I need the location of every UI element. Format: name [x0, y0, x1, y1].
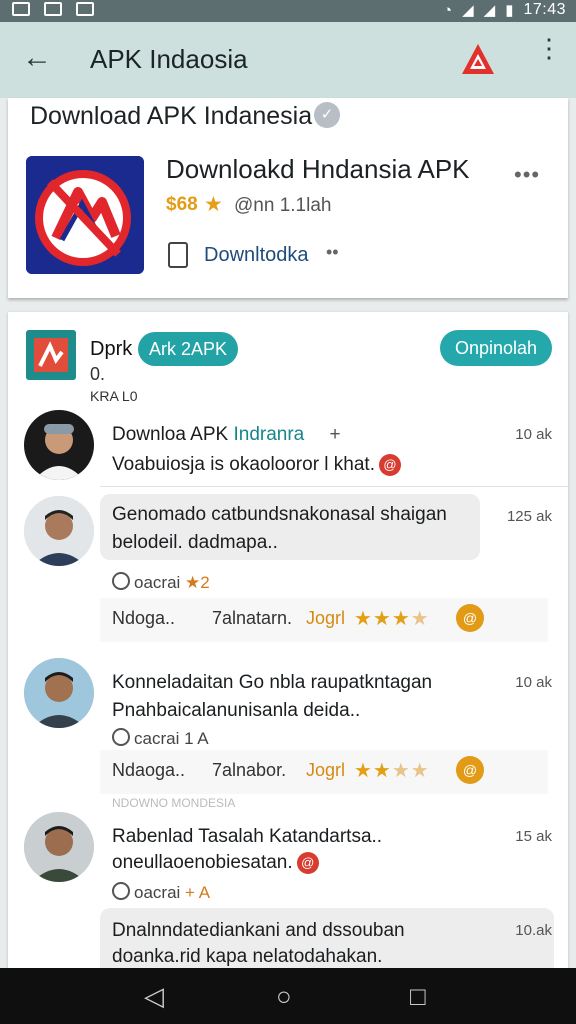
- review-body: Voabuiosja is okaolooror l khat. @: [112, 454, 401, 476]
- verified-icon: ✓: [314, 102, 340, 128]
- reaction-icon: @: [296, 852, 319, 874]
- app-row-meta: KRA L0: [90, 388, 138, 404]
- download-link[interactable]: Downltodka: [204, 244, 309, 267]
- apk-logo-icon[interactable]: [460, 42, 496, 78]
- avatar[interactable]: [24, 496, 94, 566]
- signal-icon: ◢: [462, 2, 474, 19]
- review-author: Downloa APK Indranra +: [112, 424, 341, 445]
- star-icon: ★: [204, 193, 223, 216]
- app-icon: [26, 156, 144, 274]
- review-tag: oacrai + A: [112, 882, 210, 903]
- review-time: 10 ak: [515, 674, 552, 691]
- review-time: 15 ak: [515, 828, 552, 845]
- app-bar: ← APK Indaosia ⋮: [0, 22, 576, 98]
- review-meta-row: Ndoga.. 7alnatarn. Jogrl ★★★★ @: [100, 598, 548, 642]
- bag-icon: [76, 2, 94, 16]
- image-icon: [44, 2, 62, 16]
- review-time: 125 ak: [506, 508, 552, 525]
- review-body-line2: Pnahbaicalanunisanla deida..: [112, 700, 361, 721]
- review-tag: oacrai ★2: [112, 572, 210, 593]
- review-body: Rabenlad Tasalah Katandartsa..: [112, 826, 383, 847]
- clock-icon: [112, 728, 130, 746]
- app-bar-title: APK Indaosia: [90, 44, 248, 74]
- review-time: 10.ak: [515, 922, 552, 939]
- clock-icon: [112, 572, 130, 590]
- signal2-icon: ◢: [483, 2, 496, 19]
- reaction-icon[interactable]: @: [456, 604, 484, 632]
- review-meta-row: Ndaoga.. 7alnabor. Jogrl ★★★★ @: [100, 750, 548, 794]
- file-icon: [168, 242, 188, 268]
- open-button[interactable]: Onpinolah: [440, 330, 552, 366]
- status-bar: ◔ ◢ ◢ ▮ 17:43: [0, 0, 576, 22]
- price-label: $68: [166, 194, 198, 215]
- avatar[interactable]: [24, 410, 94, 480]
- wifi-icon: ◔: [443, 1, 453, 19]
- faded-caption: NDOWNO MONDESIA: [112, 796, 236, 810]
- dots-indicator: ••: [326, 242, 339, 262]
- review-body-line2: belodeil. dadmapa..: [112, 532, 278, 553]
- rating-stars: ★★★★: [354, 760, 430, 782]
- rating-stars: ★★★★: [354, 608, 430, 630]
- avatar[interactable]: [24, 812, 94, 882]
- nav-home-icon[interactable]: ○: [276, 983, 292, 1009]
- reviews-card: Dprk Ark 2APK Onpinolah 0. KRA L0 Downlo…: [8, 312, 568, 968]
- download-count: @nn 1.1lah: [234, 195, 332, 216]
- review-body: Genomado catbundsnakonasal shaigan: [112, 504, 447, 525]
- avatar[interactable]: [24, 658, 94, 728]
- review-time: 10 ak: [515, 426, 552, 443]
- battery-icon: ▮: [505, 2, 514, 19]
- review-body: Konneladaitan Go nbla raupatkntagan: [112, 672, 433, 693]
- app-row-subtitle: 0.: [90, 364, 106, 384]
- nav-back-icon[interactable]: ◁: [144, 983, 164, 1009]
- arrow-left-icon[interactable]: ←: [22, 43, 52, 73]
- more-vert-icon[interactable]: ⋮: [536, 35, 562, 61]
- system-nav-bar: ◁ ○ □: [0, 968, 576, 1024]
- review-tag: cacrai 1 A: [112, 728, 209, 749]
- review-body: Dnalnndatediankani and dssouban: [112, 920, 405, 941]
- app-row-name: Dprk: [90, 338, 133, 360]
- nav-recents-icon[interactable]: □: [410, 983, 426, 1009]
- clock-icon: [112, 882, 130, 900]
- review-body-line2: doanka.rid kapa nelatodahakan.: [112, 946, 383, 967]
- notification-icon: [12, 2, 30, 16]
- reaction-icon: @: [379, 454, 401, 476]
- review-body-line2: oneullaoenobiesatan. @: [112, 852, 319, 874]
- app-header-card: Download APK Indanesia ✓ Downloakd Hndan…: [8, 98, 568, 298]
- apk-pill-button[interactable]: Ark 2APK: [138, 332, 238, 366]
- page-heading: Download APK Indanesia: [30, 102, 313, 130]
- app-title: Downloakd Hndansia APK: [166, 154, 470, 184]
- divider: [100, 486, 568, 487]
- reaction-icon[interactable]: @: [456, 756, 484, 784]
- small-app-icon: [26, 330, 76, 380]
- status-time: 17:43: [523, 1, 566, 18]
- overflow-menu-icon[interactable]: •••: [514, 162, 540, 188]
